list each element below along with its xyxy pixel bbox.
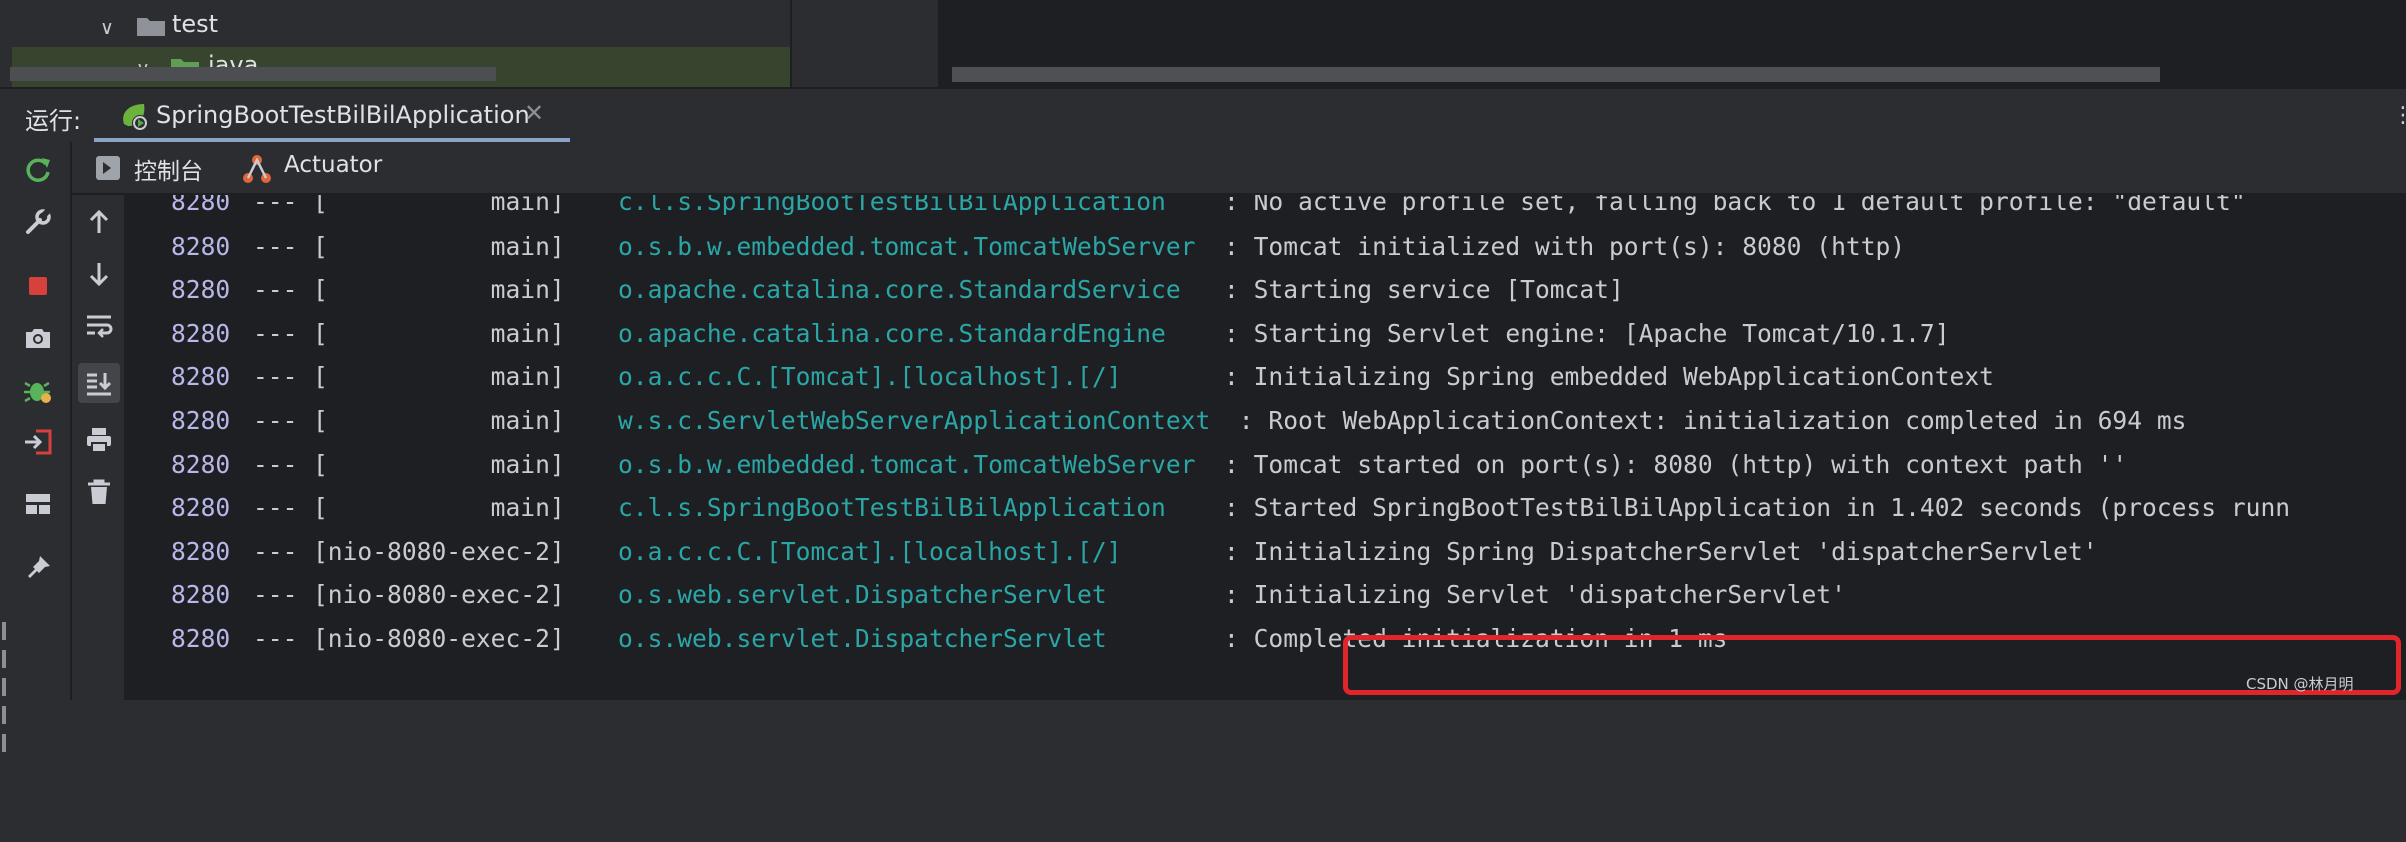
log-message: : Tomcat initialized with port(s): 8080 … <box>1224 232 1906 261</box>
log-pid: 8280 <box>171 362 231 391</box>
tab-console-label: 控制台 <box>134 159 203 185</box>
soft-wrap-icon[interactable] <box>84 311 114 341</box>
log-message: : Tomcat started on port(s): 8080 (http)… <box>1224 450 2128 479</box>
log-logger: o.apache.catalina.core.StandardService <box>618 275 1211 304</box>
log-separator: --- <box>253 450 298 479</box>
log-pid: 8280 <box>171 537 231 566</box>
tab-actuator-label: Actuator <box>284 152 383 178</box>
log-message: : Root WebApplicationContext: initializa… <box>1224 406 2187 435</box>
spring-boot-run-icon <box>123 104 148 131</box>
layout-icon[interactable] <box>22 488 54 520</box>
log-logger: o.s.web.servlet.DispatcherServlet <box>618 580 1211 609</box>
rerun-icon[interactable] <box>22 154 54 186</box>
log-message: : No active profile set, falling back to… <box>1224 195 2246 216</box>
log-thread: [ main] <box>313 406 565 435</box>
log-thread: [ main] <box>313 319 565 348</box>
highlight-annotation-box <box>1343 635 2401 695</box>
trash-icon[interactable] <box>84 477 114 507</box>
log-pid: 8280 <box>171 319 231 348</box>
log-logger: c.l.s.SpringBootTestBilBilApplication <box>618 493 1211 522</box>
log-thread: [nio-8080-exec-2] <box>313 624 565 653</box>
scroll-to-end-icon[interactable] <box>84 369 114 399</box>
debug-bug-icon[interactable] <box>22 374 54 406</box>
log-logger: o.apache.catalina.core.StandardEngine <box>618 319 1211 348</box>
collapsed-side-panels[interactable] <box>0 612 8 842</box>
console-toolbar <box>72 195 126 700</box>
run-tab-label: SpringBootTestBilBilApplication <box>156 101 530 129</box>
log-separator: --- <box>253 232 298 261</box>
log-separator: --- <box>253 493 298 522</box>
log-pid: 8280 <box>171 232 231 261</box>
log-thread: [ main] <box>313 275 565 304</box>
log-separator: --- <box>253 195 298 216</box>
watermark: CSDN @林月明 <box>2246 675 2354 693</box>
log-logger: o.s.b.w.embedded.tomcat.TomcatWebServer <box>618 232 1211 261</box>
log-logger: c.l.s.SpringBootTestBilBilApplication <box>618 195 1211 216</box>
log-separator: --- <box>253 319 298 348</box>
print-icon[interactable] <box>84 425 114 455</box>
log-message: : Started SpringBootTestBilBilApplicatio… <box>1224 493 2291 522</box>
chevron-down-icon[interactable]: ∨ <box>100 17 114 39</box>
exit-login-icon[interactable] <box>22 426 54 458</box>
log-separator: --- <box>253 624 298 653</box>
log-pid: 8280 <box>171 275 231 304</box>
log-separator: --- <box>253 537 298 566</box>
stop-icon[interactable] <box>22 270 54 302</box>
log-separator: --- <box>253 275 298 304</box>
folder-icon <box>137 18 165 36</box>
log-message: : Starting Servlet engine: [Apache Tomca… <box>1224 319 1950 348</box>
tree-horizontal-scrollbar[interactable] <box>10 67 496 81</box>
log-pid: 8280 <box>171 195 231 216</box>
log-logger: o.a.c.c.C.[Tomcat].[localhost].[/] <box>618 537 1211 566</box>
log-pid: 8280 <box>171 450 231 479</box>
pin-icon[interactable] <box>22 552 54 584</box>
log-thread: [nio-8080-exec-2] <box>313 580 565 609</box>
log-thread: [ main] <box>313 195 565 216</box>
log-pid: 8280 <box>171 493 231 522</box>
run-left-toolbar <box>0 142 72 752</box>
tree-item-test[interactable]: ∨ test <box>12 6 790 46</box>
run-tool-window-header: 运行: SpringBootTestBilBilApplication ✕ ⋮ <box>0 87 2406 142</box>
log-thread: [ main] <box>313 493 565 522</box>
wrench-icon[interactable] <box>22 206 54 238</box>
log-thread: [ main] <box>313 450 565 479</box>
log-logger: w.s.c.ServletWebServerApplicationContext <box>618 406 1211 435</box>
log-separator: --- <box>253 406 298 435</box>
run-panel-label: 运行: <box>25 107 82 135</box>
log-message: : Initializing Spring DispatcherServlet … <box>1224 537 2098 566</box>
log-separator: --- <box>253 362 298 391</box>
log-logger: o.s.b.w.embedded.tomcat.TomcatWebServer <box>618 450 1211 479</box>
log-pid: 8280 <box>171 624 231 653</box>
log-message: : Initializing Servlet 'dispatcherServle… <box>1224 580 1846 609</box>
settings-icon[interactable]: ⋮ <box>2392 103 2406 128</box>
arrow-up-icon[interactable] <box>84 207 114 237</box>
run-configuration-tab[interactable]: SpringBootTestBilBilApplication ✕ <box>94 89 570 142</box>
log-logger: o.a.c.c.C.[Tomcat].[localhost].[/] <box>618 362 1211 391</box>
close-icon[interactable]: ✕ <box>524 99 544 127</box>
actuator-icon <box>243 155 271 183</box>
log-message: : Starting service [Tomcat] <box>1224 275 1624 304</box>
gutter-panel <box>792 0 940 87</box>
log-thread: [nio-8080-exec-2] <box>313 537 565 566</box>
camera-icon[interactable] <box>22 322 54 354</box>
tree-item-label: test <box>172 10 219 38</box>
editor-horizontal-scrollbar[interactable] <box>952 67 2160 82</box>
log-thread: [ main] <box>313 362 565 391</box>
log-pid: 8280 <box>171 580 231 609</box>
log-pid: 8280 <box>171 406 231 435</box>
project-tree: ∨ test ∨ java <box>0 0 790 87</box>
console-icon <box>96 156 120 180</box>
log-thread: [ main] <box>313 232 565 261</box>
log-logger: o.s.web.servlet.DispatcherServlet <box>618 624 1211 653</box>
log-separator: --- <box>253 580 298 609</box>
console-subtabs: 控制台 Actuator <box>72 142 2406 195</box>
arrow-down-icon[interactable] <box>84 259 114 289</box>
console-output[interactable]: 8280 --- [ main] c.l.s.SpringBootTestBilBil… <box>126 195 2406 700</box>
log-message: : Initializing Spring embedded WebApplic… <box>1224 362 1994 391</box>
